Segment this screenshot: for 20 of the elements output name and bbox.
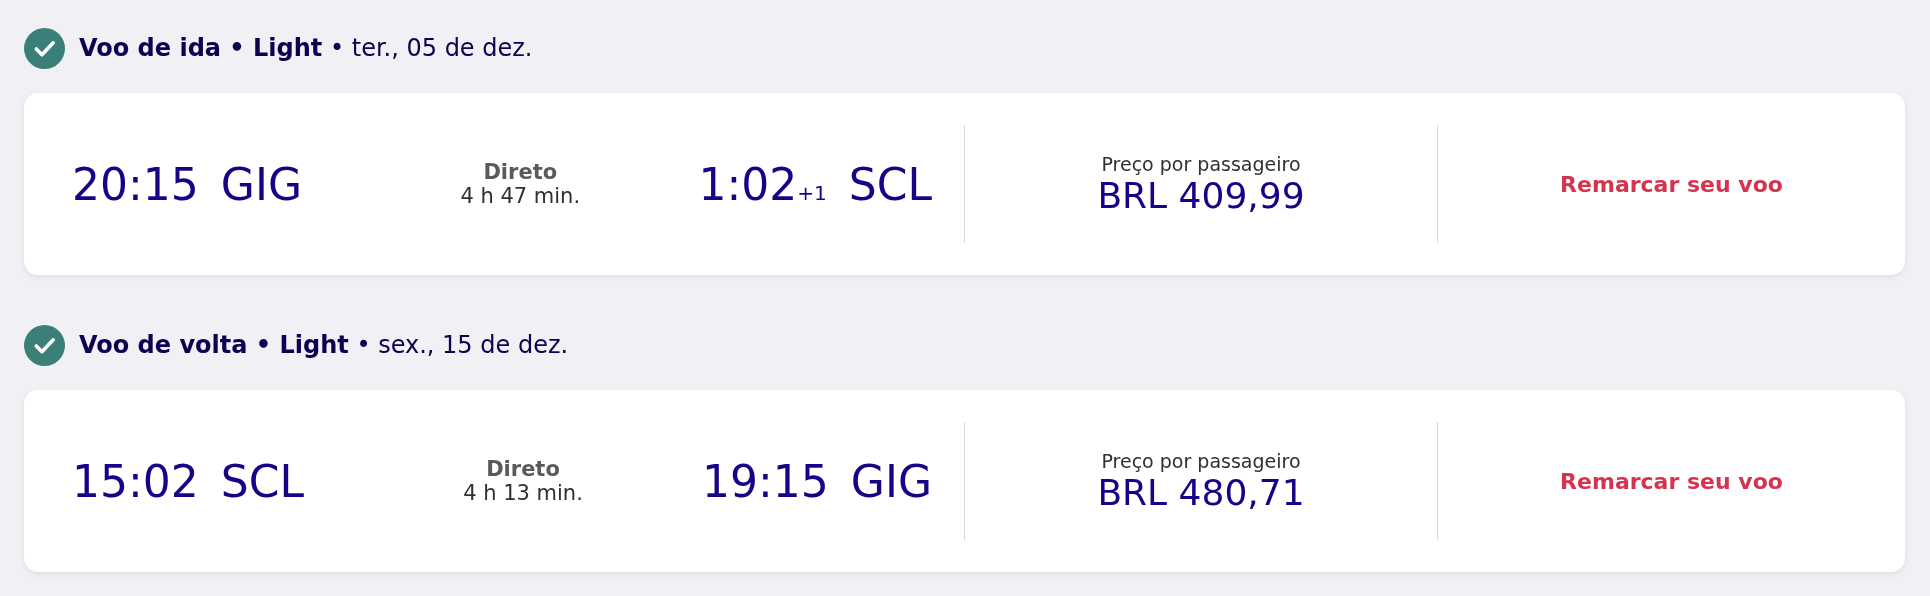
departure-airport: SCL [220, 455, 304, 507]
flight-heading: Voo de volta • Light • sex., 15 de dez. [79, 331, 569, 359]
price-label: Preço por passageiro [1101, 449, 1301, 472]
stops-label: Direto [483, 160, 558, 184]
rebook-flight-link[interactable]: Remarcar seu voo [1550, 165, 1793, 203]
arrival-time: 1:02+1 [698, 158, 827, 210]
departure-time: 20:15 [72, 158, 199, 210]
arrival-airport: GIG [850, 455, 932, 507]
departure-time: 15:02 [72, 455, 199, 507]
rebook-flight-link[interactable]: Remarcar seu voo [1550, 462, 1793, 500]
flight-duration: 4 h 13 min. [463, 481, 583, 505]
arrival-time: 19:15 [702, 455, 829, 507]
price-value: BRL 480,71 [1097, 471, 1305, 513]
flight-heading: Voo de ida • Light • ter., 05 de dez. [79, 34, 533, 62]
price-label: Preço por passageiro [1101, 152, 1301, 175]
flight-duration: 4 h 47 min. [460, 184, 581, 208]
stops-label: Direto [486, 457, 560, 481]
price-value: BRL 409,99 [1097, 174, 1305, 216]
arrival-airport: SCL [848, 158, 932, 210]
departure-airport: GIG [220, 158, 302, 210]
